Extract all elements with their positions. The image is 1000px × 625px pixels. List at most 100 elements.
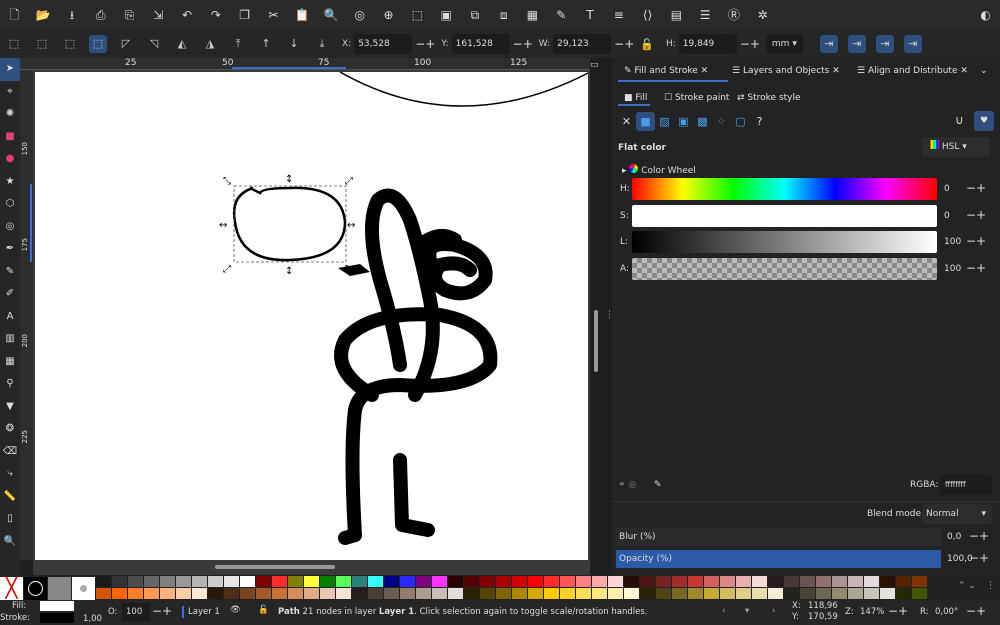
no-paint-swatch[interactable]: ╳ [0,577,23,600]
stroke-width[interactable]: 1,00 [83,614,102,624]
lightness-slider[interactable] [632,231,937,253]
touch-select-icon[interactable]: ⬚ [89,35,107,53]
color-wheel-expander[interactable]: ▸ Color Wheel [622,164,696,176]
rotate-ccw-icon[interactable]: ◸ [117,35,135,53]
hue-slider[interactable] [632,178,937,200]
palette-swatch[interactable] [688,588,703,599]
select-all-icon[interactable]: ⬚ [5,35,23,53]
measure-tool-icon[interactable]: 📏 [0,486,20,509]
palette-swatch[interactable] [800,588,815,599]
palette-swatch[interactable] [240,576,255,587]
palette-swatch[interactable] [784,588,799,599]
palette-swatch[interactable] [320,576,335,587]
subtab-fill[interactable]: ■ Fill [624,93,647,103]
opacity-stepper[interactable]: −+ [969,551,989,565]
palette-swatch[interactable] [416,588,431,599]
zoom-page-icon[interactable]: ⊕ [381,7,397,23]
palette-swatch[interactable] [160,588,175,599]
palette-swatch[interactable] [192,588,207,599]
drawing-page[interactable]: ⤡ ↕ ⤢ ↔ ↔ ⤢ ↕ ⤡ [35,72,588,560]
palette-swatch[interactable] [864,576,879,587]
palette-swatch[interactable] [224,588,239,599]
palette-swatch[interactable] [272,576,287,587]
horizontal-ruler[interactable]: 25 50 75 100 125 [20,58,590,70]
palette-swatch[interactable] [192,576,207,587]
palette-swatch[interactable] [608,588,623,599]
move-gradients-icon[interactable]: ⇥ [875,35,894,53]
move-patterns-icon[interactable]: ⇥ [903,35,922,53]
no-paint-icon[interactable]: ✕ [617,112,636,131]
palette-swatch[interactable] [896,588,911,599]
palette-swatch[interactable] [288,576,303,587]
palette-swatch[interactable] [640,588,655,599]
palette-swatch[interactable] [816,588,831,599]
unit-select[interactable]: mm ▾ [765,35,803,53]
palette-swatch[interactable] [512,588,527,599]
palette-swatch[interactable] [736,576,751,587]
palette-swatch[interactable] [240,588,255,599]
prev-icon[interactable]: ‹ [722,606,725,616]
opacity-slider[interactable]: Opacity (%) [616,550,941,568]
stroke-indicator[interactable] [40,613,74,623]
palette-swatch[interactable] [304,576,319,587]
pencil-tool-icon[interactable]: ✎ [0,261,20,284]
palette-swatch[interactable] [432,588,447,599]
lock-icon[interactable]: 🔓 [258,605,269,615]
eraser-tool-icon[interactable]: ⌫ [0,441,20,464]
fill-rule-nonzero-icon[interactable]: ♥ [974,111,994,131]
next-icon[interactable]: › [772,606,775,616]
xml-editor-icon[interactable]: ⟨⟩ [640,7,656,23]
slider-value[interactable]: 0 [944,211,950,221]
spray-tool-icon[interactable]: ❂ [0,418,20,441]
palette-swatch[interactable] [224,576,239,587]
palette-swatch[interactable] [864,588,879,599]
redo-icon[interactable]: ↷ [208,7,224,23]
tweak-tool-icon[interactable]: ✺ [0,103,20,126]
print-icon[interactable]: ⎙ [93,7,109,23]
zoom-tool-icon[interactable]: 🔍 [0,531,20,554]
slider-value[interactable]: 100 [944,237,961,247]
palette-swatch[interactable] [160,576,175,587]
zoom-drawing-icon[interactable]: ◎ [352,7,368,23]
palette-swatch[interactable] [352,576,367,587]
palette-swatch[interactable] [256,588,271,599]
new-document-icon[interactable]: 🗋 [6,7,22,23]
lock-ratio-icon[interactable]: 🔓 [640,38,654,51]
raise-icon[interactable]: ↑ [257,35,275,53]
radial-gradient-icon[interactable]: ▣ [674,112,693,131]
palette-swatch[interactable] [176,588,191,599]
zoom-input[interactable]: 147% [860,607,884,617]
pen-tool-icon[interactable]: ✒ [0,238,20,261]
palette-swatch[interactable] [336,588,351,599]
palette-swatch[interactable] [576,588,591,599]
palette-swatch[interactable] [384,588,399,599]
fill-rule-evenodd-icon[interactable]: ∪ [955,113,964,127]
palette-swatch[interactable] [144,588,159,599]
x-input[interactable]: 53,528 [354,34,413,54]
palette-swatch[interactable] [720,588,735,599]
palette-swatch[interactable] [288,588,303,599]
h-stepper[interactable]: −+ [740,37,760,51]
mesh-tool-icon[interactable]: ▦ [0,351,20,374]
preferences-icon[interactable]: ✲ [755,7,771,23]
3d-box-tool-icon[interactable]: ⬡ [0,193,20,216]
gray-swatch[interactable] [48,577,71,600]
alpha-slider[interactable] [632,257,937,280]
zoom-fit-icon[interactable]: ⬚ [409,7,425,23]
star-tool-icon[interactable]: ★ [0,171,20,194]
rectangle-tool-icon[interactable]: ■ [0,126,20,149]
dropper-tool-icon[interactable]: ⚲ [0,373,20,396]
palette-swatch[interactable] [320,588,335,599]
slider-stepper[interactable]: −+ [966,234,986,248]
align-icon[interactable]: ☰ [697,7,713,23]
duplicate-icon[interactable]: ▣ [438,7,454,23]
rotate-cw-icon[interactable]: ◹ [145,35,163,53]
blend-mode-select[interactable]: Normal ▾ [922,504,992,524]
close-icon[interactable]: ✕ [701,66,709,76]
group-icon[interactable]: ▦ [524,7,540,23]
palette-swatch[interactable] [768,588,783,599]
palette-swatch[interactable] [688,576,703,587]
blur-stepper[interactable]: −+ [969,529,989,543]
palette-swatch[interactable] [96,576,111,587]
palette-swatch[interactable] [592,588,607,599]
